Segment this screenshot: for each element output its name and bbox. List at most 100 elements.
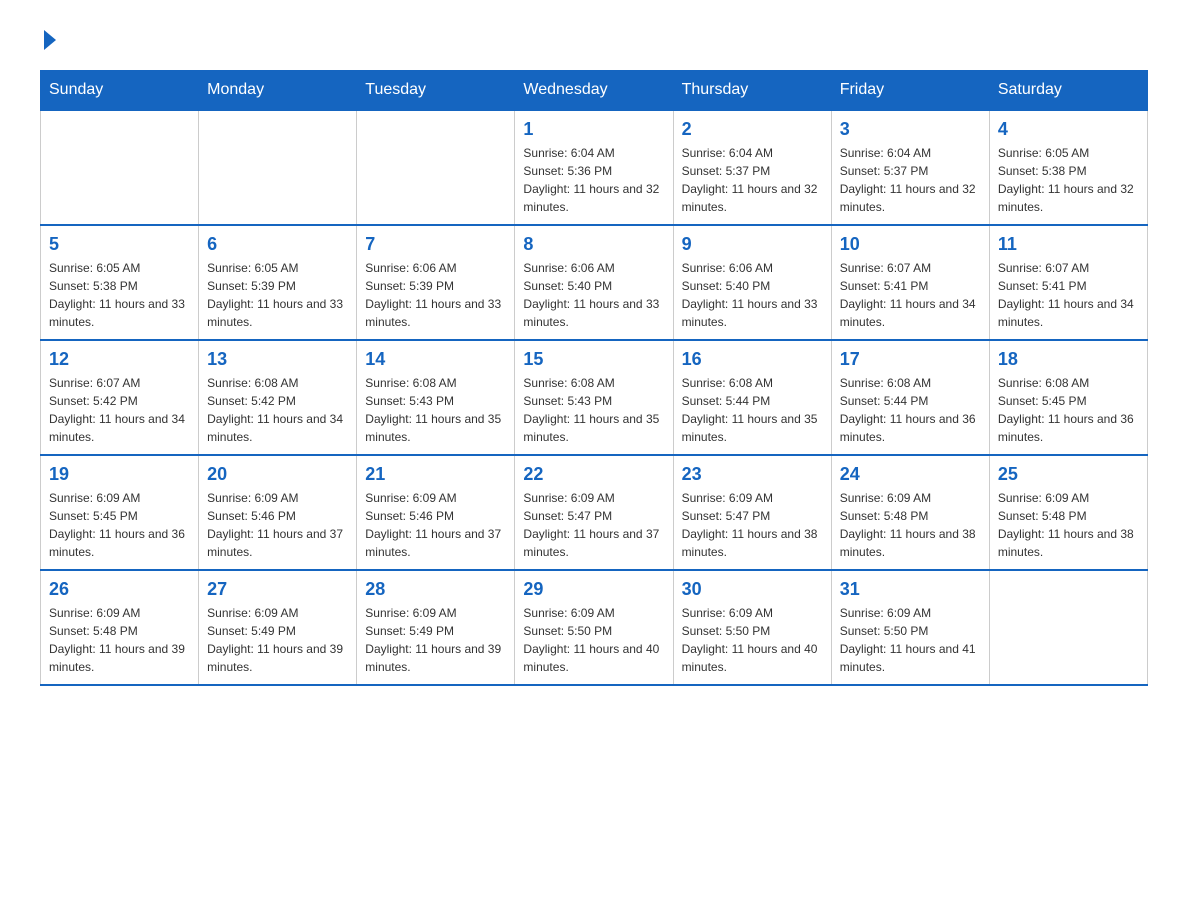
calendar-cell: 19Sunrise: 6:09 AMSunset: 5:45 PMDayligh… <box>41 455 199 570</box>
day-info: Sunrise: 6:08 AMSunset: 5:44 PMDaylight:… <box>840 374 981 446</box>
calendar-cell: 18 Sunrise: 6:08 AMSunset: 5:45 PMDayligh… <box>989 340 1147 455</box>
calendar-cell: 14 Sunrise: 6:08 AMSunset: 5:43 PMDayligh… <box>357 340 515 455</box>
day-number: 18 <box>998 349 1139 370</box>
calendar-cell: 17 Sunrise: 6:08 AMSunset: 5:44 PMDayligh… <box>831 340 989 455</box>
day-info: Sunrise: 6:09 AMSunset: 5:45 PMDaylight:… <box>49 489 190 561</box>
day-number: 22 <box>523 464 664 485</box>
day-number: 7 <box>365 234 506 255</box>
weekday-header-thursday: Thursday <box>673 71 831 111</box>
day-number: 4 <box>998 119 1139 140</box>
day-number: 21 <box>365 464 506 485</box>
day-number: 14 <box>365 349 506 370</box>
calendar-cell: 8 Sunrise: 6:06 AMSunset: 5:40 PMDaylight… <box>515 225 673 340</box>
calendar-cell <box>199 110 357 225</box>
week-row-5: 26Sunrise: 6:09 AMSunset: 5:48 PMDayligh… <box>41 570 1148 685</box>
day-number: 25 <box>998 464 1139 485</box>
day-info: Sunrise: 6:09 AMSunset: 5:49 PMDaylight:… <box>207 604 348 676</box>
calendar-cell: 6 Sunrise: 6:05 AMSunset: 5:39 PMDaylight… <box>199 225 357 340</box>
logo-arrow-icon <box>44 30 56 50</box>
day-number: 20 <box>207 464 348 485</box>
weekday-header-saturday: Saturday <box>989 71 1147 111</box>
calendar-cell: 13 Sunrise: 6:08 AMSunset: 5:42 PMDayligh… <box>199 340 357 455</box>
day-number: 30 <box>682 579 823 600</box>
calendar-cell <box>41 110 199 225</box>
calendar-cell: 26Sunrise: 6:09 AMSunset: 5:48 PMDayligh… <box>41 570 199 685</box>
day-number: 31 <box>840 579 981 600</box>
day-number: 11 <box>998 234 1139 255</box>
calendar-cell: 3 Sunrise: 6:04 AMSunset: 5:37 PMDaylight… <box>831 110 989 225</box>
day-number: 12 <box>49 349 190 370</box>
calendar-cell: 9Sunrise: 6:06 AMSunset: 5:40 PMDaylight… <box>673 225 831 340</box>
day-number: 6 <box>207 234 348 255</box>
day-number: 16 <box>682 349 823 370</box>
calendar-cell: 10 Sunrise: 6:07 AMSunset: 5:41 PMDayligh… <box>831 225 989 340</box>
day-info: Sunrise: 6:04 AMSunset: 5:37 PMDaylight:… <box>840 144 981 216</box>
weekday-header-tuesday: Tuesday <box>357 71 515 111</box>
day-info: Sunrise: 6:05 AMSunset: 5:38 PMDaylight:… <box>49 259 190 331</box>
day-number: 13 <box>207 349 348 370</box>
calendar-cell: 1 Sunrise: 6:04 AMSunset: 5:36 PMDaylight… <box>515 110 673 225</box>
day-info: Sunrise: 6:04 AMSunset: 5:36 PMDaylight:… <box>523 144 664 216</box>
day-number: 29 <box>523 579 664 600</box>
calendar-cell: 5 Sunrise: 6:05 AMSunset: 5:38 PMDaylight… <box>41 225 199 340</box>
calendar-cell: 21 Sunrise: 6:09 AMSunset: 5:46 PMDayligh… <box>357 455 515 570</box>
day-info: Sunrise: 6:09 AMSunset: 5:46 PMDaylight:… <box>365 489 506 561</box>
day-info: Sunrise: 6:08 AMSunset: 5:42 PMDaylight:… <box>207 374 348 446</box>
weekday-header-sunday: Sunday <box>41 71 199 111</box>
calendar-cell: 23 Sunrise: 6:09 AMSunset: 5:47 PMDayligh… <box>673 455 831 570</box>
day-info: Sunrise: 6:04 AMSunset: 5:37 PMDaylight:… <box>682 144 823 216</box>
day-info: Sunrise: 6:07 AMSunset: 5:41 PMDaylight:… <box>998 259 1139 331</box>
day-info: Sunrise: 6:05 AMSunset: 5:38 PMDaylight:… <box>998 144 1139 216</box>
day-number: 23 <box>682 464 823 485</box>
calendar-cell: 12 Sunrise: 6:07 AMSunset: 5:42 PMDayligh… <box>41 340 199 455</box>
day-number: 2 <box>682 119 823 140</box>
day-number: 15 <box>523 349 664 370</box>
day-number: 10 <box>840 234 981 255</box>
day-info: Sunrise: 6:08 AMSunset: 5:44 PMDaylight:… <box>682 374 823 446</box>
day-info: Sunrise: 6:06 AMSunset: 5:40 PMDaylight:… <box>523 259 664 331</box>
day-info: Sunrise: 6:05 AMSunset: 5:39 PMDaylight:… <box>207 259 348 331</box>
day-number: 24 <box>840 464 981 485</box>
day-info: Sunrise: 6:09 AMSunset: 5:50 PMDaylight:… <box>840 604 981 676</box>
day-info: Sunrise: 6:08 AMSunset: 5:45 PMDaylight:… <box>998 374 1139 446</box>
calendar-table: SundayMondayTuesdayWednesdayThursdayFrid… <box>40 70 1148 686</box>
day-info: Sunrise: 6:07 AMSunset: 5:42 PMDaylight:… <box>49 374 190 446</box>
calendar-cell: 4 Sunrise: 6:05 AMSunset: 5:38 PMDaylight… <box>989 110 1147 225</box>
logo-blue-text <box>40 30 56 50</box>
day-number: 28 <box>365 579 506 600</box>
day-number: 27 <box>207 579 348 600</box>
calendar-cell <box>357 110 515 225</box>
calendar-cell: 29 Sunrise: 6:09 AMSunset: 5:50 PMDayligh… <box>515 570 673 685</box>
calendar-cell: 28Sunrise: 6:09 AMSunset: 5:49 PMDayligh… <box>357 570 515 685</box>
day-info: Sunrise: 6:09 AMSunset: 5:47 PMDaylight:… <box>523 489 664 561</box>
calendar-cell: 7Sunrise: 6:06 AMSunset: 5:39 PMDaylight… <box>357 225 515 340</box>
calendar-cell: 24 Sunrise: 6:09 AMSunset: 5:48 PMDayligh… <box>831 455 989 570</box>
day-info: Sunrise: 6:09 AMSunset: 5:47 PMDaylight:… <box>682 489 823 561</box>
day-info: Sunrise: 6:07 AMSunset: 5:41 PMDaylight:… <box>840 259 981 331</box>
day-number: 26 <box>49 579 190 600</box>
day-info: Sunrise: 6:09 AMSunset: 5:48 PMDaylight:… <box>840 489 981 561</box>
day-number: 3 <box>840 119 981 140</box>
calendar-cell: 16 Sunrise: 6:08 AMSunset: 5:44 PMDayligh… <box>673 340 831 455</box>
calendar-cell: 30 Sunrise: 6:09 AMSunset: 5:50 PMDayligh… <box>673 570 831 685</box>
weekday-header-row: SundayMondayTuesdayWednesdayThursdayFrid… <box>41 71 1148 111</box>
week-row-3: 12 Sunrise: 6:07 AMSunset: 5:42 PMDayligh… <box>41 340 1148 455</box>
calendar-cell: 25Sunrise: 6:09 AMSunset: 5:48 PMDayligh… <box>989 455 1147 570</box>
page-header <box>40 30 1148 50</box>
day-info: Sunrise: 6:08 AMSunset: 5:43 PMDaylight:… <box>365 374 506 446</box>
calendar-cell: 27 Sunrise: 6:09 AMSunset: 5:49 PMDayligh… <box>199 570 357 685</box>
day-info: Sunrise: 6:09 AMSunset: 5:50 PMDaylight:… <box>523 604 664 676</box>
day-number: 8 <box>523 234 664 255</box>
day-number: 17 <box>840 349 981 370</box>
week-row-4: 19Sunrise: 6:09 AMSunset: 5:45 PMDayligh… <box>41 455 1148 570</box>
day-number: 1 <box>523 119 664 140</box>
day-info: Sunrise: 6:09 AMSunset: 5:50 PMDaylight:… <box>682 604 823 676</box>
weekday-header-wednesday: Wednesday <box>515 71 673 111</box>
day-info: Sunrise: 6:09 AMSunset: 5:46 PMDaylight:… <box>207 489 348 561</box>
calendar-cell: 2 Sunrise: 6:04 AMSunset: 5:37 PMDaylight… <box>673 110 831 225</box>
calendar-cell: 31 Sunrise: 6:09 AMSunset: 5:50 PMDayligh… <box>831 570 989 685</box>
day-number: 5 <box>49 234 190 255</box>
logo <box>40 30 56 50</box>
weekday-header-friday: Friday <box>831 71 989 111</box>
week-row-2: 5 Sunrise: 6:05 AMSunset: 5:38 PMDaylight… <box>41 225 1148 340</box>
